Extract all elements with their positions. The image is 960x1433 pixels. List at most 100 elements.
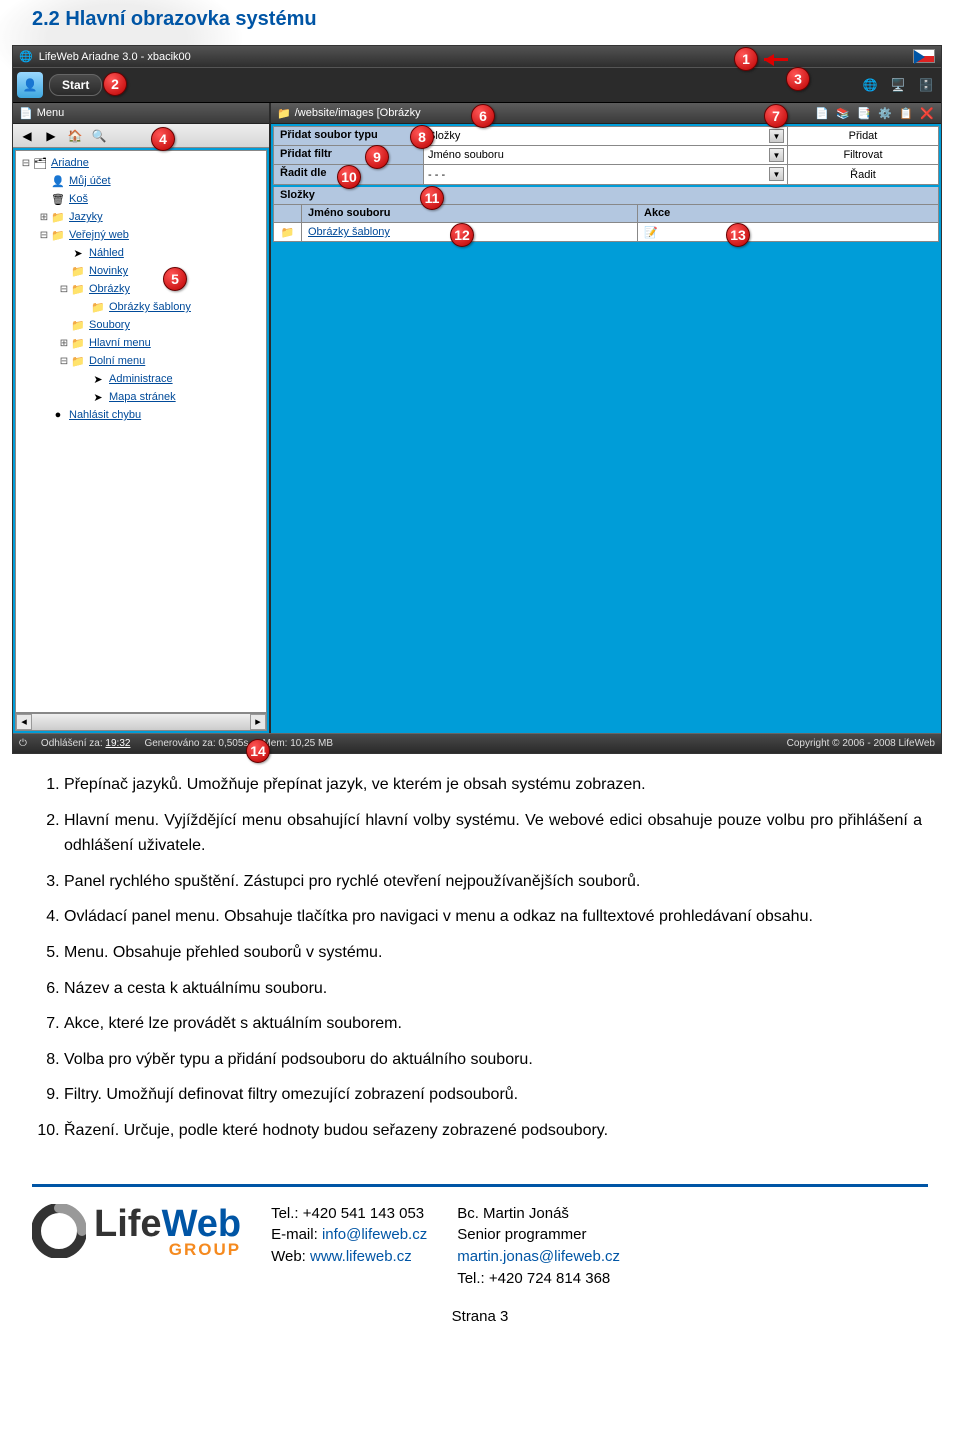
callout-9: 9: [365, 145, 389, 169]
description-item: Řazení. Určuje, podle které hodnoty budo…: [64, 1118, 922, 1144]
tree-item[interactable]: 📁Obrázky šablony: [16, 298, 266, 316]
tree-item[interactable]: ⊞📁Hlavní menu: [16, 334, 266, 352]
language-flag-cz[interactable]: [913, 49, 935, 63]
control-label: Přidat filtr: [274, 146, 424, 164]
window-title: LifeWeb Ariadne 3.0 - xbacik00: [39, 51, 191, 63]
nav-back-icon[interactable]: ◀: [17, 127, 37, 145]
control-button[interactable]: Přidat: [788, 127, 938, 145]
tree-item[interactable]: ⊟🗂Ariadne: [16, 154, 266, 172]
menu-pane-label: Menu: [37, 107, 65, 119]
chevron-down-icon[interactable]: ▼: [769, 129, 784, 143]
callout-2: 2: [103, 72, 127, 96]
tree-item[interactable]: ➤Mapa stránek: [16, 388, 266, 406]
monitor-shortcut-icon[interactable]: 🖥️: [887, 74, 909, 96]
file-actions: 📄 📚 📑 ⚙️ 📋 ❌: [814, 105, 935, 121]
description-item: Přepínač jazyků. Umožňuje přepínat jazyk…: [64, 772, 922, 798]
logo-life: Life: [94, 1203, 162, 1245]
row-folder-icon: 📁: [274, 223, 302, 241]
globe-icon: 🌐: [19, 50, 33, 63]
callout-3: 3: [786, 67, 810, 91]
chevron-down-icon[interactable]: ▼: [769, 148, 784, 162]
callout-4: 4: [151, 127, 175, 151]
row-edit-icon[interactable]: 📝: [644, 226, 658, 239]
logo-swirl-icon: [32, 1204, 86, 1258]
logo-web: Web: [162, 1203, 242, 1245]
callout-6: 6: [471, 104, 495, 128]
chevron-down-icon[interactable]: ▼: [769, 167, 784, 181]
author-email[interactable]: martin.jonas@lifeweb.cz: [457, 1246, 620, 1268]
control-button[interactable]: Filtrovat: [788, 146, 938, 164]
new-file-icon[interactable]: 📄: [814, 105, 830, 121]
th-name: Jméno souboru: [302, 205, 638, 223]
tel-label: Tel.:: [271, 1205, 299, 1222]
nav-home-icon[interactable]: 🏠: [65, 127, 85, 145]
author-tel: +420 724 814 368: [489, 1270, 610, 1287]
tree-item[interactable]: 📁Soubory: [16, 316, 266, 334]
description-item: Název a cesta k aktuálnímu souboru.: [64, 976, 922, 1002]
tree-item[interactable]: ⊞📁Jazyky: [16, 208, 266, 226]
description-item: Hlavní menu. Vyjíždějící menu obsahující…: [64, 808, 922, 859]
tree-item[interactable]: ⊟📁Dolní menu: [16, 352, 266, 370]
quick-launch-panel: 🌐 🖥️ 🗄️: [859, 74, 937, 96]
folder-icon: 📁: [277, 107, 291, 120]
user-avatar-icon: 👤: [17, 72, 43, 98]
tree-item[interactable]: 🗑Koš: [16, 190, 266, 208]
nav-forward-icon[interactable]: ▶: [41, 127, 61, 145]
email-label: E-mail:: [271, 1226, 318, 1243]
file-path: /website/images [Obrázky: [295, 107, 814, 119]
email-link[interactable]: info@lifeweb.cz: [322, 1226, 427, 1243]
tree-item[interactable]: ⊟📁Obrázky: [16, 280, 266, 298]
arrow-icon: [764, 54, 796, 66]
author-role: Senior programmer: [457, 1224, 620, 1246]
control-select[interactable]: - - -▼: [424, 165, 788, 184]
lifeweb-logo: LifeWeb GROUP: [32, 1203, 241, 1260]
scroll-left-icon[interactable]: ◂: [16, 714, 32, 730]
th-icon: [274, 205, 302, 223]
tree-item[interactable]: 📁Novinky: [16, 262, 266, 280]
screenshot-wrap: 🌐 LifeWeb Ariadne 3.0 - xbacik00 👤 Start…: [12, 45, 948, 754]
web-link[interactable]: www.lifeweb.cz: [310, 1248, 412, 1265]
tree-scrollbar[interactable]: ◂ ▸: [15, 713, 267, 731]
row-action[interactable]: 📝: [638, 223, 938, 241]
control-button[interactable]: Řadit: [788, 165, 938, 184]
scroll-right-icon[interactable]: ▸: [250, 714, 266, 730]
tree-item[interactable]: 👤Můj účet: [16, 172, 266, 190]
library-icon[interactable]: 📚: [835, 105, 851, 121]
tree-item[interactable]: ➤Administrace: [16, 370, 266, 388]
control-select[interactable]: Jméno souboru▼: [424, 146, 788, 164]
description-item: Volba pro výběr typu a přidání podsoubor…: [64, 1047, 922, 1073]
footer-author: Bc. Martin Jonáš Senior programmer marti…: [457, 1203, 620, 1290]
description-list: Přepínač jazyků. Umožňuje přepínat jazyk…: [38, 772, 922, 1144]
nav-search-icon[interactable]: 🔍: [89, 127, 109, 145]
tree-item[interactable]: ⊟📁Veřejný web: [16, 226, 266, 244]
table-header: Jméno souboru Akce: [273, 205, 939, 223]
callout-14: 14: [246, 739, 270, 763]
delete-icon[interactable]: ❌: [919, 105, 935, 121]
callout-5: 5: [163, 267, 187, 291]
callout-11: 11: [420, 186, 444, 210]
page-number: Strana 3: [32, 1308, 928, 1325]
control-row: Přidat soubor typuSložky▼Přidat: [274, 127, 938, 146]
control-select[interactable]: Složky▼: [424, 127, 788, 145]
power-icon[interactable]: ⏻: [19, 738, 27, 749]
control-label: Přidat soubor typu: [274, 127, 424, 145]
page-footer: LifeWeb GROUP Tel.: +420 541 143 053 E-m…: [32, 1184, 928, 1290]
footer-contact: Tel.: +420 541 143 053 E-mail: info@life…: [271, 1203, 427, 1268]
copy-icon[interactable]: 📑: [856, 105, 872, 121]
mem-value: 10,25 MB: [290, 738, 333, 749]
folder-shortcut-icon[interactable]: 🗄️: [915, 74, 937, 96]
gear-icon[interactable]: ⚙️: [877, 105, 893, 121]
table-row[interactable]: 📁 Obrázky šablony 📝: [273, 223, 939, 242]
paste-icon[interactable]: 📋: [898, 105, 914, 121]
callout-13: 13: [726, 223, 750, 247]
callout-7: 7: [764, 104, 788, 128]
callout-10: 10: [337, 165, 361, 189]
start-button[interactable]: Start: [49, 74, 102, 96]
description-item: Filtry. Umožňují definovat filtry omezuj…: [64, 1082, 922, 1108]
tree-item[interactable]: ➤Náhled: [16, 244, 266, 262]
menu-toolbar: ◀ ▶ 🏠 🔍: [13, 124, 269, 148]
globe-shortcut-icon[interactable]: 🌐: [859, 74, 881, 96]
copyright: Copyright © 2006 - 2008 LifeWeb: [787, 738, 935, 749]
tree-item[interactable]: ●Nahlásit chybu: [16, 406, 266, 424]
file-tree[interactable]: ⊟🗂Ariadne👤Můj účet🗑Koš⊞📁Jazyky⊟📁Veřejný …: [15, 150, 267, 713]
